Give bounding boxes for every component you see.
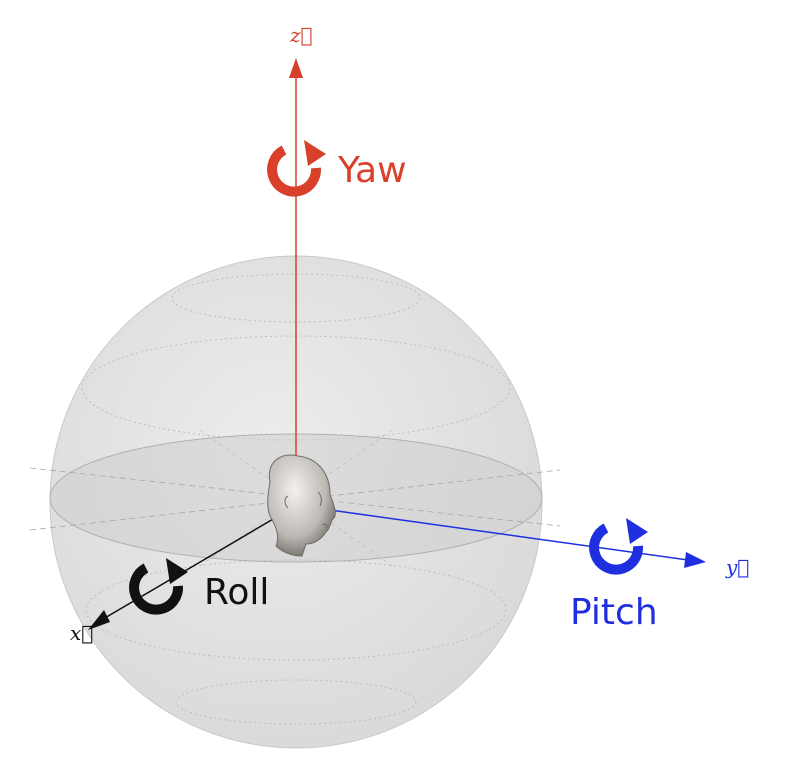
yaw-label: Yaw — [337, 150, 407, 191]
y-axis-label: y⃗ — [725, 555, 749, 579]
roll-label: Roll — [204, 572, 269, 613]
pitch-rotation: Pitch — [570, 518, 658, 633]
x-axis-label: x⃗ — [70, 621, 93, 645]
pitch-label: Pitch — [570, 592, 658, 633]
z-axis-arrowhead — [289, 58, 303, 78]
z-axis-label: z⃗ — [289, 23, 313, 47]
y-axis-arrowhead — [684, 552, 706, 568]
yaw-rotate-arrow-icon — [267, 140, 326, 197]
pitch-rotate-arrow-icon — [589, 518, 648, 575]
yaw-rotation: Yaw — [267, 140, 407, 197]
head-pose-diagram: z⃗ y⃗ x⃗ Yaw Pitch Roll — [29, 23, 749, 749]
